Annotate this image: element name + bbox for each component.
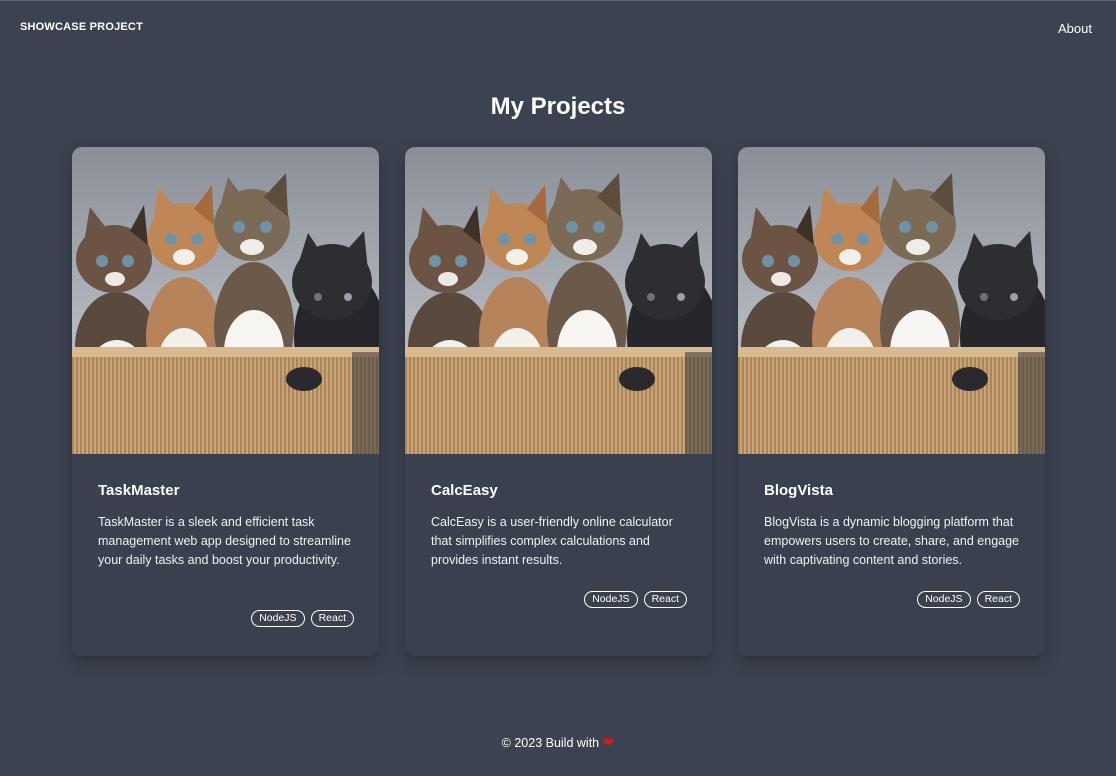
- page-title: My Projects: [490, 93, 626, 120]
- footer-text: © 2023 Build with: [501, 736, 600, 750]
- nav-about-link[interactable]: About: [1058, 21, 1092, 36]
- tag-react: React: [310, 610, 354, 627]
- project-description: TaskMaster is a sleek and efficient task…: [98, 515, 351, 567]
- tag-nodejs: NodeJS: [584, 591, 638, 608]
- tag-react: React: [643, 591, 687, 608]
- tag-list: NodeJS React: [584, 591, 687, 608]
- project-image: [738, 147, 1045, 454]
- top-navigation: SHOWCASE PROJECT About: [0, 1, 1116, 57]
- brand-logo[interactable]: SHOWCASE PROJECT: [20, 21, 143, 33]
- tag-nodejs: NodeJS: [917, 591, 971, 608]
- project-card-blogvista[interactable]: BlogVista BlogVista is a dynamic bloggin…: [738, 147, 1045, 656]
- tag-nodejs: NodeJS: [251, 610, 305, 627]
- heart-icon: ❤: [602, 734, 615, 750]
- footer: © 2023 Build with ❤: [0, 734, 1116, 751]
- project-description: BlogVista is a dynamic blogging platform…: [764, 515, 1020, 567]
- project-card-calceasy[interactable]: CalcEasy CalcEasy is a user-friendly onl…: [405, 147, 712, 656]
- project-description: CalcEasy is a user-friendly online calcu…: [431, 515, 673, 567]
- tag-list: NodeJS React: [917, 591, 1020, 608]
- project-title: CalcEasy: [431, 482, 498, 499]
- project-card-taskmaster[interactable]: TaskMaster TaskMaster is a sleek and eff…: [72, 147, 379, 656]
- tag-list: NodeJS React: [251, 610, 354, 627]
- project-image: [72, 147, 379, 454]
- tag-react: React: [976, 591, 1020, 608]
- project-title: BlogVista: [764, 482, 833, 499]
- project-list: TaskMaster TaskMaster is a sleek and eff…: [72, 147, 1045, 656]
- project-title: TaskMaster: [98, 482, 180, 499]
- project-image: [405, 147, 712, 454]
